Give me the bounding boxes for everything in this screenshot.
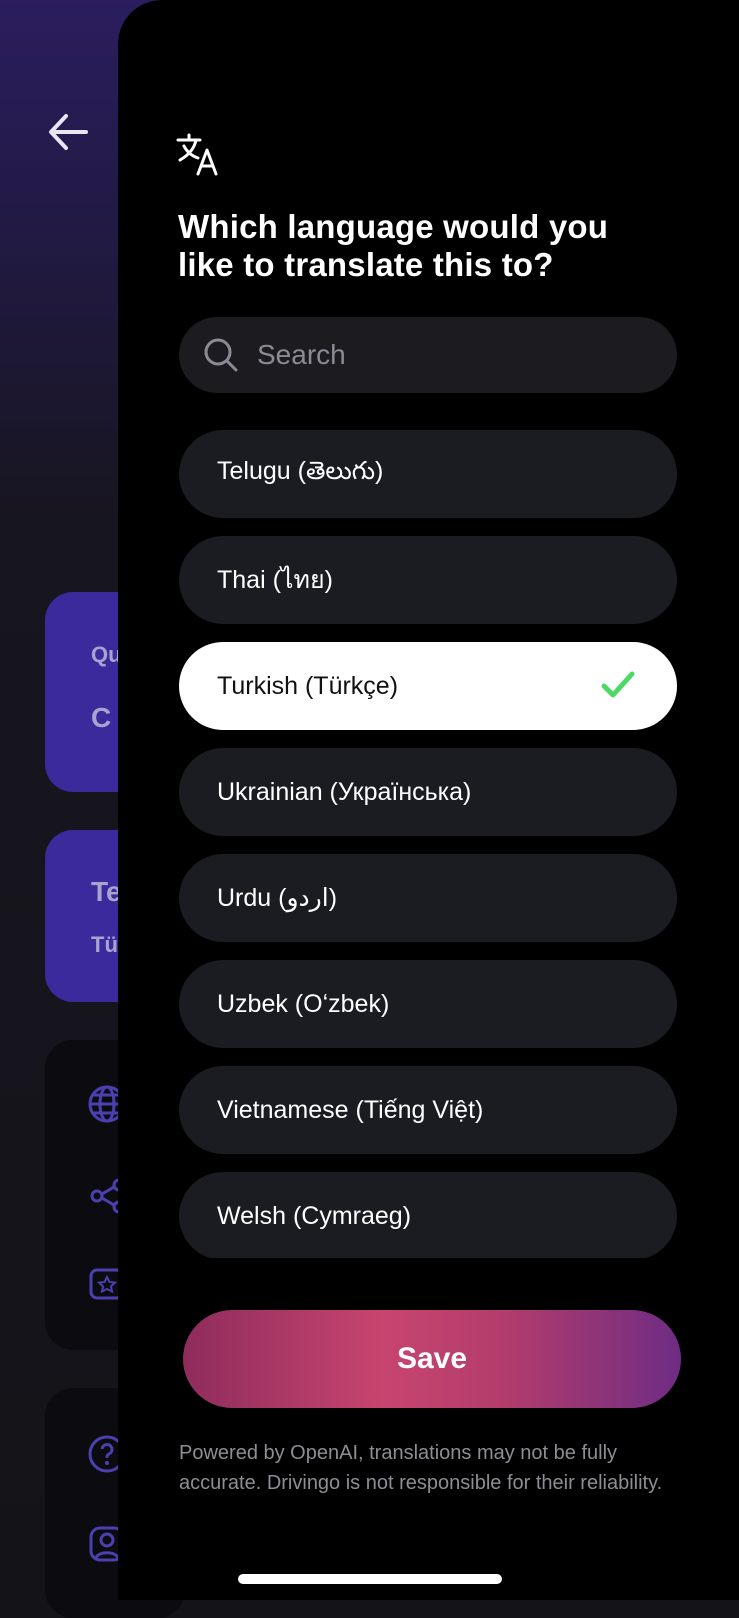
search-field[interactable] <box>179 317 677 393</box>
language-label: Ukrainian (Українська) <box>217 777 472 806</box>
language-label: Telugu (తెలుగు) <box>217 456 384 485</box>
back-arrow-icon <box>49 114 88 150</box>
language-label: Thai (ไทย) <box>217 566 333 594</box>
language-label: Urdu (اردو) <box>217 884 338 912</box>
background-card-value: C <box>91 702 112 733</box>
language-option-ukrainian[interactable]: Ukrainian (Українська) <box>179 748 677 836</box>
save-button[interactable]: Save <box>183 1310 681 1408</box>
home-indicator[interactable] <box>238 1574 502 1584</box>
language-option-thai[interactable]: Thai (ไทย) <box>179 536 677 624</box>
language-option-telugu[interactable]: Telugu (తెలుగు) <box>179 430 677 518</box>
search-icon <box>204 338 238 372</box>
language-option-vietnamese[interactable]: Vietnamese (Tiếng Việt) <box>179 1066 677 1154</box>
checkmark-icon <box>601 671 635 698</box>
language-label: Turkish (Türkçe) <box>217 671 399 700</box>
background-card-label: Qu <box>91 642 122 667</box>
language-label: Vietnamese (Tiếng Việt) <box>217 1095 484 1124</box>
translate-icon <box>176 133 218 176</box>
language-option-welsh[interactable]: Welsh (Cymraeg) <box>179 1172 677 1258</box>
language-label: Welsh (Cymraeg) <box>217 1201 412 1230</box>
language-option-uzbek[interactable]: Uzbek (Oʻzbek) <box>179 960 677 1048</box>
language-drawer: Which language would you like to transla… <box>118 0 739 1600</box>
background-card-value: Tü <box>91 932 118 957</box>
language-option-turkish[interactable]: Turkish (Türkçe) <box>179 642 677 730</box>
drawer-title: Which language would you like to transla… <box>178 208 609 283</box>
language-label: Uzbek (Oʻzbek) <box>217 989 390 1018</box>
disclaimer-text: Powered by OpenAI, translations may not … <box>179 1442 663 1494</box>
language-list[interactable]: Telugu (తెలుగు) Thai (ไทย) Turkish (Türk… <box>179 430 677 1258</box>
search-input[interactable] <box>255 338 639 372</box>
language-option-urdu[interactable]: Urdu (اردو) <box>179 854 677 942</box>
back-button[interactable] <box>40 104 96 160</box>
